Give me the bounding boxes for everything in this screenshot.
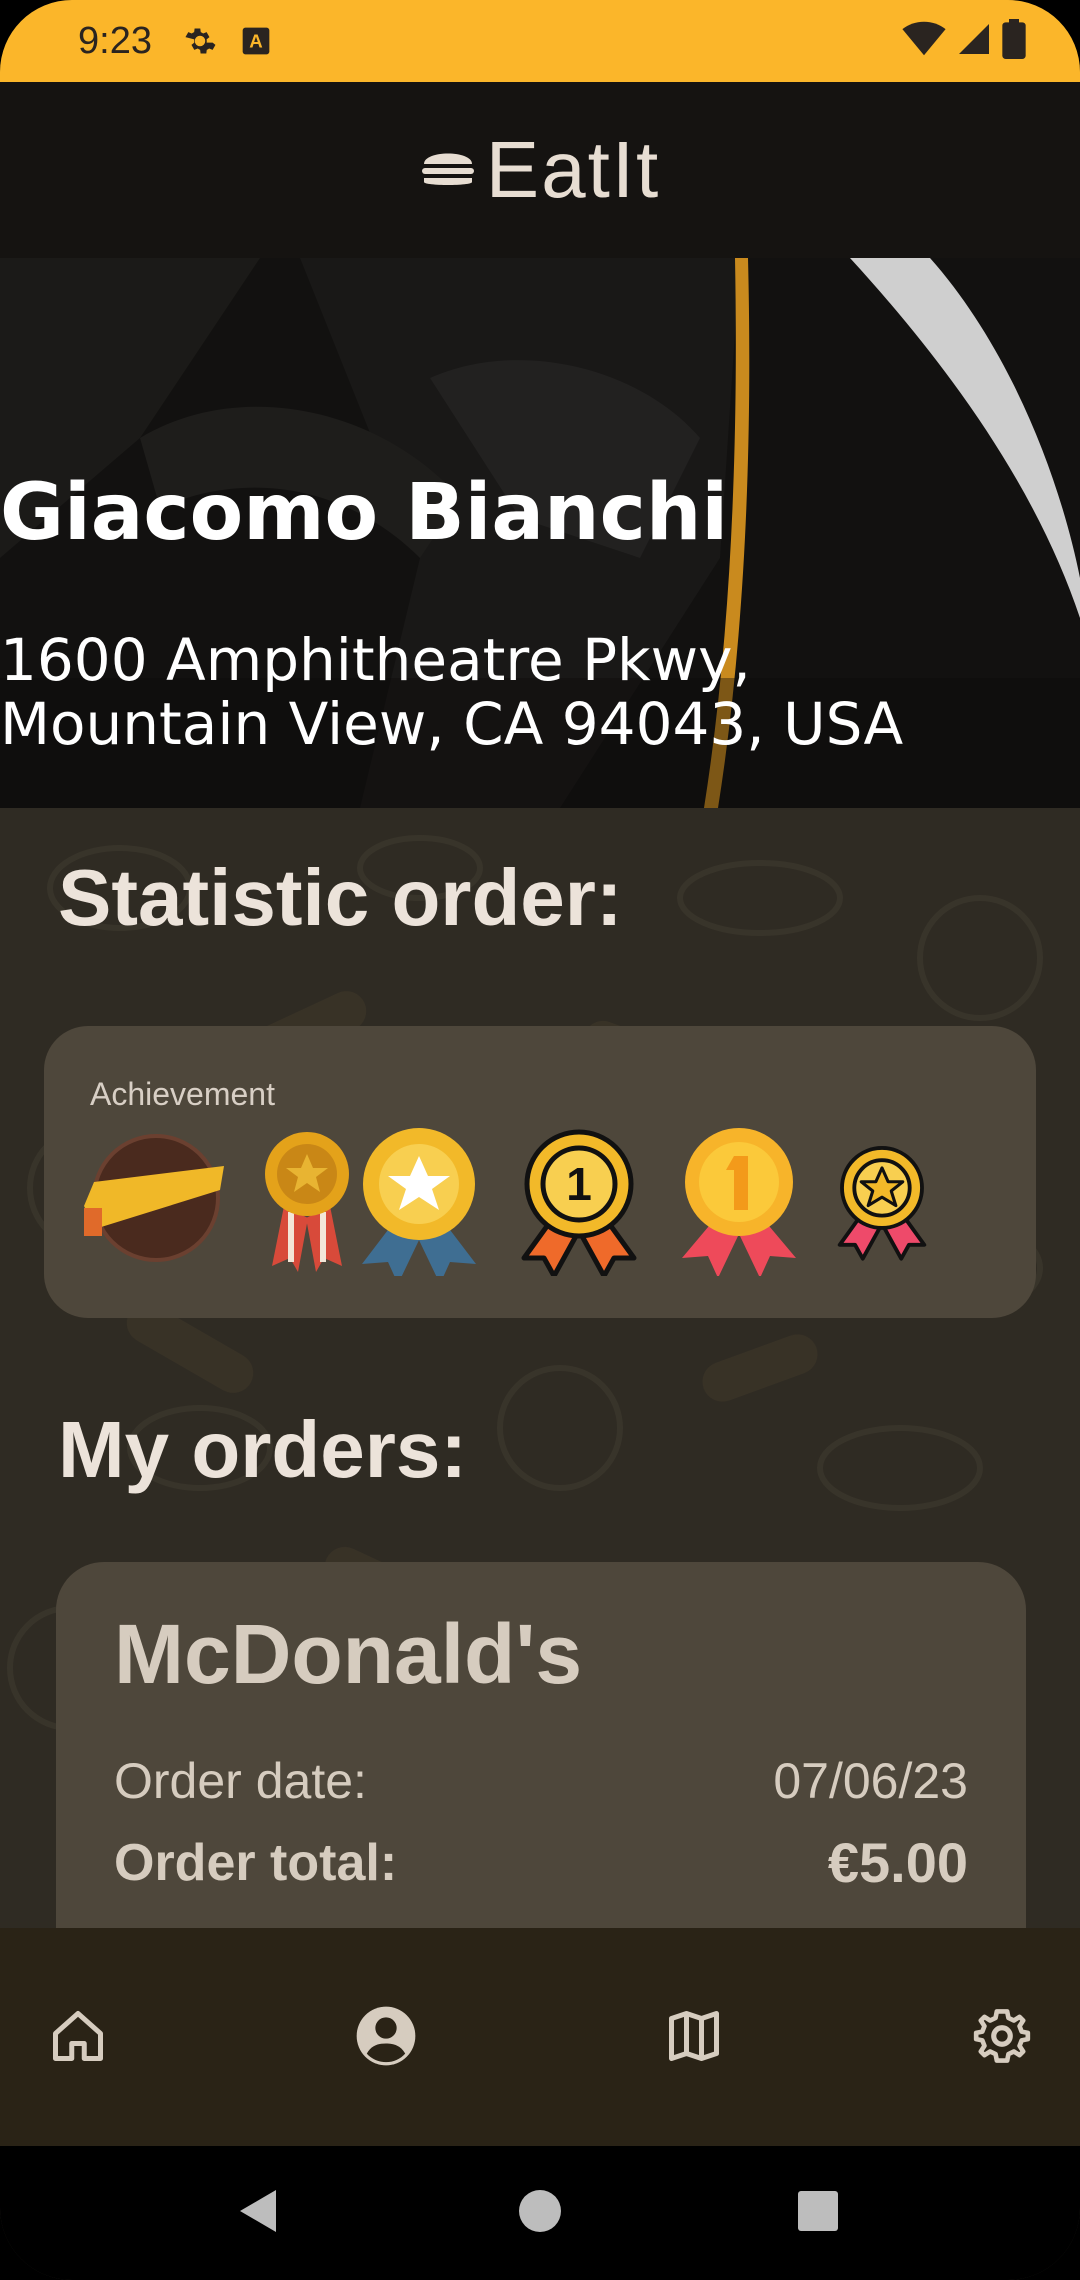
medal-row[interactable]: 1 <box>84 1126 1034 1306</box>
system-navigation-bar <box>0 2146 1080 2280</box>
star-medal-icon <box>362 1128 476 1276</box>
user-name: Giacomo Bianchi <box>0 468 729 558</box>
star-medal-pink-icon <box>837 1146 927 1261</box>
app-logo: EatIt <box>420 124 661 216</box>
order-date-label: Order date: <box>114 1753 367 1809</box>
order-card[interactable]: McDonald's Order date: 07/06/23 Order to… <box>56 1562 1026 1982</box>
home-circle-icon[interactable] <box>518 2186 562 2236</box>
app-bar: EatIt <box>0 82 1080 258</box>
orders-title: My orders: <box>58 1405 467 1494</box>
gear-icon <box>182 23 218 59</box>
account-icon <box>356 2006 416 2066</box>
profile-header: Giacomo Bianchi 1600 Amphitheatre Pkwy, … <box>0 258 1080 808</box>
achievement-label: Achievement <box>90 1076 275 1112</box>
screen: 9:23 A EatIt Giacomo Bianchi 1600 Amphit… <box>0 0 1080 2280</box>
bottom-navigation <box>0 1928 1080 2146</box>
map-icon <box>669 2011 719 2061</box>
text-a-icon: A <box>240 25 272 57</box>
burger-icon <box>420 146 476 194</box>
signal-icon <box>956 21 992 61</box>
settings-icon <box>973 2009 1031 2063</box>
status-bar: 9:23 A <box>0 0 1080 82</box>
order-total-value: €5.00 <box>827 1831 968 1894</box>
ribbon-badge-icon <box>84 1134 224 1262</box>
statistic-title: Statistic order: <box>58 853 623 942</box>
first-place-medal-icon: 1 <box>521 1129 637 1276</box>
order-date-value: 07/06/23 <box>773 1753 968 1809</box>
home-icon <box>53 2011 103 2061</box>
address-line-1: 1600 Amphitheatre Pkwy, <box>0 626 751 694</box>
wifi-icon <box>902 21 946 61</box>
achievement-card: Achievement 1 <box>44 1026 1036 1318</box>
order-restaurant: McDonald's <box>114 1607 583 1701</box>
app-title: EatIt <box>485 125 661 214</box>
order-date-row: Order date: 07/06/23 <box>114 1752 968 1810</box>
gold-first-medal-icon <box>682 1128 796 1276</box>
svg-text:A: A <box>249 31 262 52</box>
nav-account[interactable] <box>350 2000 422 2072</box>
order-total-label: Order total: <box>114 1833 398 1892</box>
nav-home[interactable] <box>42 2000 114 2072</box>
battery-icon <box>1002 19 1026 63</box>
gold-star-medal-icon <box>265 1132 349 1272</box>
order-total-row: Order total: €5.00 <box>114 1830 968 1895</box>
recents-icon[interactable] <box>796 2186 840 2236</box>
status-right-icons <box>902 19 1026 63</box>
address-line-2: Mountain View, CA 94043, USA <box>0 690 904 758</box>
nav-settings[interactable] <box>966 2000 1038 2072</box>
back-icon[interactable] <box>236 2186 280 2236</box>
nav-map[interactable] <box>658 2000 730 2072</box>
user-address: 1600 Amphitheatre Pkwy, Mountain View, C… <box>0 628 1080 756</box>
status-time: 9:23 <box>78 19 152 62</box>
svg-text:1: 1 <box>566 1158 592 1210</box>
